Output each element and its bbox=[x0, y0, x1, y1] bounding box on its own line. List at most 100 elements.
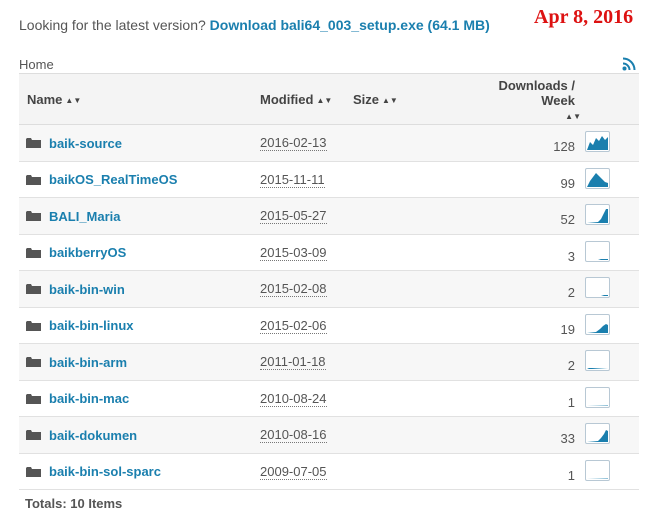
folder-icon bbox=[26, 357, 41, 368]
folder-icon bbox=[26, 320, 41, 331]
downloads-cell: 128 bbox=[457, 125, 639, 162]
downloads-cell: 1 bbox=[457, 453, 639, 490]
sparkline-chart[interactable] bbox=[585, 204, 610, 225]
download-count: 2 bbox=[567, 285, 575, 301]
sparkline-chart[interactable] bbox=[585, 459, 610, 481]
sparkline-chart[interactable] bbox=[585, 167, 610, 189]
downloads-cell: 99 bbox=[457, 161, 639, 198]
modified-date: 2010-08-24 bbox=[260, 390, 327, 407]
downloads-cell: 19 bbox=[457, 307, 639, 344]
table-row[interactable]: baikOS_RealTimeOS 2015-11-11 99 bbox=[19, 161, 639, 198]
modified-cell: 2015-05-27 bbox=[252, 198, 345, 235]
download-latest-link[interactable]: Download bali64_003_setup.exe (64.1 MB) bbox=[210, 17, 490, 33]
modified-cell: 2016-02-13 bbox=[252, 125, 345, 162]
folder-icon bbox=[26, 247, 41, 258]
size-cell bbox=[345, 161, 457, 198]
table-row[interactable]: baik-bin-win 2015-02-08 2 bbox=[19, 270, 639, 308]
column-header-size[interactable]: Size ▲▼ bbox=[345, 73, 457, 125]
column-modified-label: Modified bbox=[260, 91, 314, 107]
download-count: 3 bbox=[567, 248, 575, 264]
name-cell: baik-dokumen bbox=[19, 417, 252, 454]
folder-icon bbox=[26, 211, 41, 222]
name-cell: baikOS_RealTimeOS bbox=[19, 161, 252, 198]
sort-arrows-icon: ▲▼ bbox=[65, 95, 82, 105]
name-cell: baik-bin-mac bbox=[19, 380, 252, 417]
column-header-modified[interactable]: Modified ▲▼ bbox=[252, 73, 345, 125]
modified-date: 2015-02-08 bbox=[260, 281, 327, 298]
table-row[interactable]: baikberryOS 2015-03-09 3 bbox=[19, 234, 639, 271]
modified-cell: 2015-11-11 bbox=[252, 161, 345, 198]
name-cell: baik-source bbox=[19, 125, 252, 162]
folder-icon bbox=[26, 466, 41, 477]
folder-link[interactable]: baik-bin-arm bbox=[49, 355, 127, 370]
column-downloads-label: Downloads / Week bbox=[498, 77, 575, 108]
folder-link[interactable]: BALI_Maria bbox=[49, 209, 121, 224]
sparkline-chart[interactable] bbox=[585, 131, 610, 152]
name-cell: baik-bin-sol-sparc bbox=[19, 453, 252, 490]
modified-cell: 2010-08-16 bbox=[252, 417, 345, 454]
table-row[interactable]: BALI_Maria 2015-05-27 52 bbox=[19, 197, 639, 235]
date-stamp: Apr 8, 2016 bbox=[534, 6, 634, 28]
modified-cell: 2015-02-08 bbox=[252, 271, 345, 308]
size-cell bbox=[345, 453, 457, 490]
sort-arrows-icon: ▲▼ bbox=[565, 111, 581, 121]
folder-link[interactable]: baik-bin-win bbox=[49, 282, 125, 297]
column-header-downloads[interactable]: Downloads / Week ▲▼ bbox=[457, 73, 639, 125]
sort-arrows-icon: ▲▼ bbox=[382, 95, 398, 105]
download-count: 128 bbox=[553, 139, 575, 155]
modified-cell: 2015-02-06 bbox=[252, 307, 345, 344]
downloads-cell: 52 bbox=[457, 198, 639, 235]
modified-date: 2009-07-05 bbox=[260, 463, 327, 480]
sparkline-chart[interactable] bbox=[585, 386, 610, 408]
column-size-label: Size bbox=[353, 91, 380, 107]
sort-arrows-icon: ▲▼ bbox=[316, 95, 333, 105]
download-count: 1 bbox=[567, 394, 575, 410]
table-row[interactable]: baik-bin-sol-sparc 2009-07-05 1 bbox=[19, 453, 639, 490]
folder-icon bbox=[26, 430, 41, 441]
breadcrumb-home[interactable]: Home bbox=[19, 57, 54, 72]
table-row[interactable]: baik-dokumen 2010-08-16 33 bbox=[19, 416, 639, 454]
download-count: 19 bbox=[560, 321, 575, 337]
size-cell bbox=[345, 344, 457, 381]
name-cell: baikberryOS bbox=[19, 234, 252, 271]
download-count: 2 bbox=[567, 358, 575, 374]
folder-link[interactable]: baik-bin-sol-sparc bbox=[49, 464, 161, 479]
downloads-cell: 3 bbox=[457, 234, 639, 271]
folder-link[interactable]: baik-dokumen bbox=[49, 428, 137, 443]
files-table: Name ▲▼ Modified ▲▼ Size ▲▼ Downloads / Wee… bbox=[19, 73, 639, 490]
download-count: 1 bbox=[567, 467, 575, 483]
folder-link[interactable]: baik-source bbox=[49, 136, 122, 151]
folder-link[interactable]: baik-bin-linux bbox=[49, 318, 134, 333]
column-name-label: Name bbox=[27, 91, 63, 107]
name-cell: baik-bin-win bbox=[19, 271, 252, 308]
modified-date: 2011-01-18 bbox=[260, 354, 326, 371]
table-row[interactable]: baik-bin-mac 2010-08-24 1 bbox=[19, 380, 639, 417]
table-row[interactable]: baik-source 2016-02-13 128 bbox=[19, 124, 639, 162]
folder-icon bbox=[26, 393, 41, 404]
folder-link[interactable]: baikberryOS bbox=[49, 245, 126, 260]
table-row[interactable]: baik-bin-arm 2011-01-18 2 bbox=[19, 343, 639, 381]
breadcrumb: Home bbox=[19, 57, 54, 72]
name-cell: baik-bin-linux bbox=[19, 307, 252, 344]
modified-cell: 2009-07-05 bbox=[252, 453, 345, 490]
size-cell bbox=[345, 417, 457, 454]
size-cell bbox=[345, 380, 457, 417]
folder-link[interactable]: baikOS_RealTimeOS bbox=[49, 172, 177, 187]
sparkline-chart[interactable] bbox=[585, 240, 610, 262]
sparkline-chart[interactable] bbox=[585, 423, 610, 444]
download-count: 99 bbox=[560, 175, 575, 191]
modified-date: 2016-02-13 bbox=[260, 135, 327, 152]
modified-date: 2015-05-27 bbox=[260, 208, 327, 225]
table-row[interactable]: baik-bin-linux 2015-02-06 19 bbox=[19, 307, 639, 344]
latest-version-banner: Looking for the latest version? Download… bbox=[19, 17, 490, 33]
sparkline-chart[interactable] bbox=[585, 313, 610, 335]
column-header-name[interactable]: Name ▲▼ bbox=[19, 73, 252, 125]
folder-link[interactable]: baik-bin-mac bbox=[49, 391, 129, 406]
folder-icon bbox=[26, 284, 41, 295]
sparkline-chart[interactable] bbox=[585, 277, 610, 298]
modified-cell: 2010-08-24 bbox=[252, 380, 345, 417]
size-cell bbox=[345, 125, 457, 162]
rss-feed-icon[interactable] bbox=[622, 57, 636, 71]
sparkline-chart[interactable] bbox=[585, 350, 610, 371]
modified-date: 2015-03-09 bbox=[260, 244, 327, 261]
